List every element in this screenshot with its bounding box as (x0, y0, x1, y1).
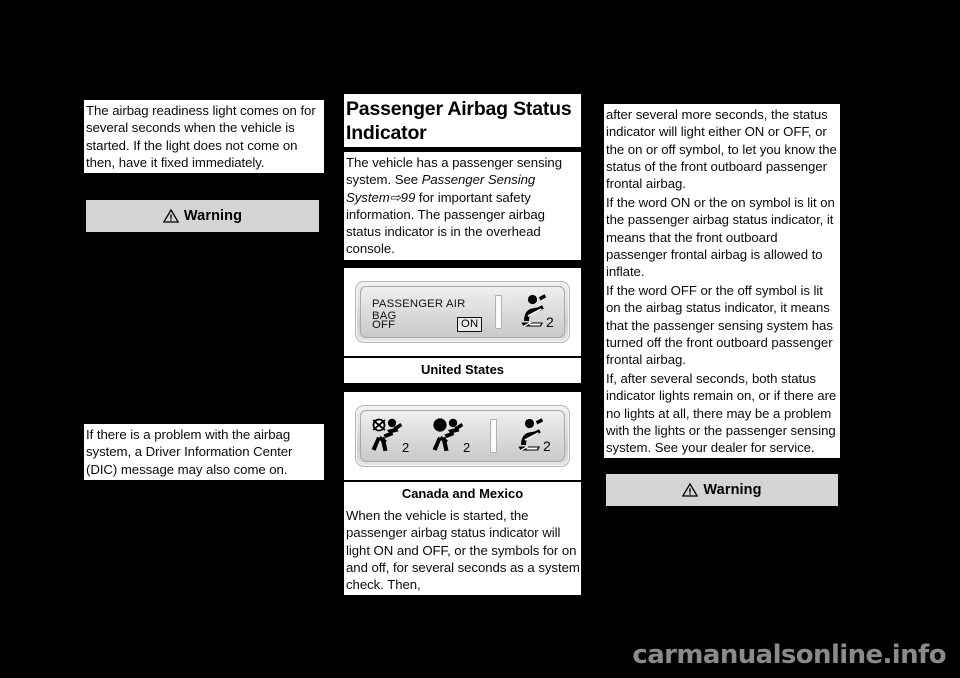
right-paragraph-3: If the word OFF or the off symbol is lit… (604, 280, 840, 371)
footer-watermark: carmanualsonline.info (632, 640, 946, 670)
right-paragraph-2: If the word ON or the on symbol is lit o… (604, 192, 840, 283)
page-reference-number: 99 (400, 189, 416, 205)
page-title: Passenger Airbag Status Indicator (344, 94, 581, 147)
warning-label-left: Warning (183, 208, 243, 224)
airbag-on-number: 2 (463, 440, 470, 455)
canada-mexico-airbag-status-indicator: 2 2 2 (355, 405, 570, 467)
warning-label-right: Warning (703, 482, 762, 498)
canada-mexico-caption: Canada and Mexico (344, 482, 581, 507)
left-paragraph-2: If there is a problem with the airbag sy… (84, 424, 324, 480)
warning-header-right: Warning (606, 474, 838, 506)
us-belted-occupant-symbol: 2 (508, 293, 564, 331)
belted-occupant-icon: 2 (518, 418, 551, 454)
us-indicator-figure: PASSENGER AIR BAG OFF ON 2 (344, 268, 581, 356)
canada-belted-occupant-symbol: 2 (503, 417, 564, 455)
airbag-off-symbol: 2 (361, 416, 422, 456)
airbag-on-symbol: 2 (422, 416, 483, 456)
center-paragraph-2: When the vehicle is started, the passeng… (344, 505, 581, 596)
canada-mexico-indicator-figure: 2 2 2 (344, 392, 581, 480)
label-off: OFF (372, 319, 396, 331)
right-paragraph-4: If, after several seconds, both status i… (604, 368, 840, 459)
indicator-divider (495, 295, 502, 329)
us-airbag-status-indicator: PASSENGER AIR BAG OFF ON 2 (355, 281, 570, 343)
us-caption: United States (344, 358, 581, 383)
airbag-on-icon: 2 (432, 418, 470, 455)
airbag-off-number: 2 (402, 440, 409, 455)
label-on-boxed: ON (457, 317, 483, 332)
us-symbol-number: 2 (546, 314, 554, 330)
right-paragraph-1: after several more seconds, the status i… (604, 104, 840, 195)
warning-triangle-icon (682, 482, 699, 497)
us-indicator-text-area: PASSENGER AIR BAG OFF ON (361, 287, 489, 337)
page-reference-arrow-icon: ⇨ (389, 189, 401, 205)
manual-page: The airbag readiness light comes on for … (0, 0, 960, 678)
belted-occupant-icon: 2 (521, 294, 554, 330)
warning-header-left: Warning (86, 200, 319, 232)
warning-triangle-icon (162, 208, 180, 223)
left-paragraph-1: The airbag readiness light comes on for … (84, 100, 324, 174)
center-paragraph-1: The vehicle has a passenger sensing syst… (344, 152, 581, 260)
canada-belt-number: 2 (543, 438, 551, 454)
airbag-off-icon: 2 (371, 418, 409, 455)
indicator-divider-2 (489, 419, 497, 453)
